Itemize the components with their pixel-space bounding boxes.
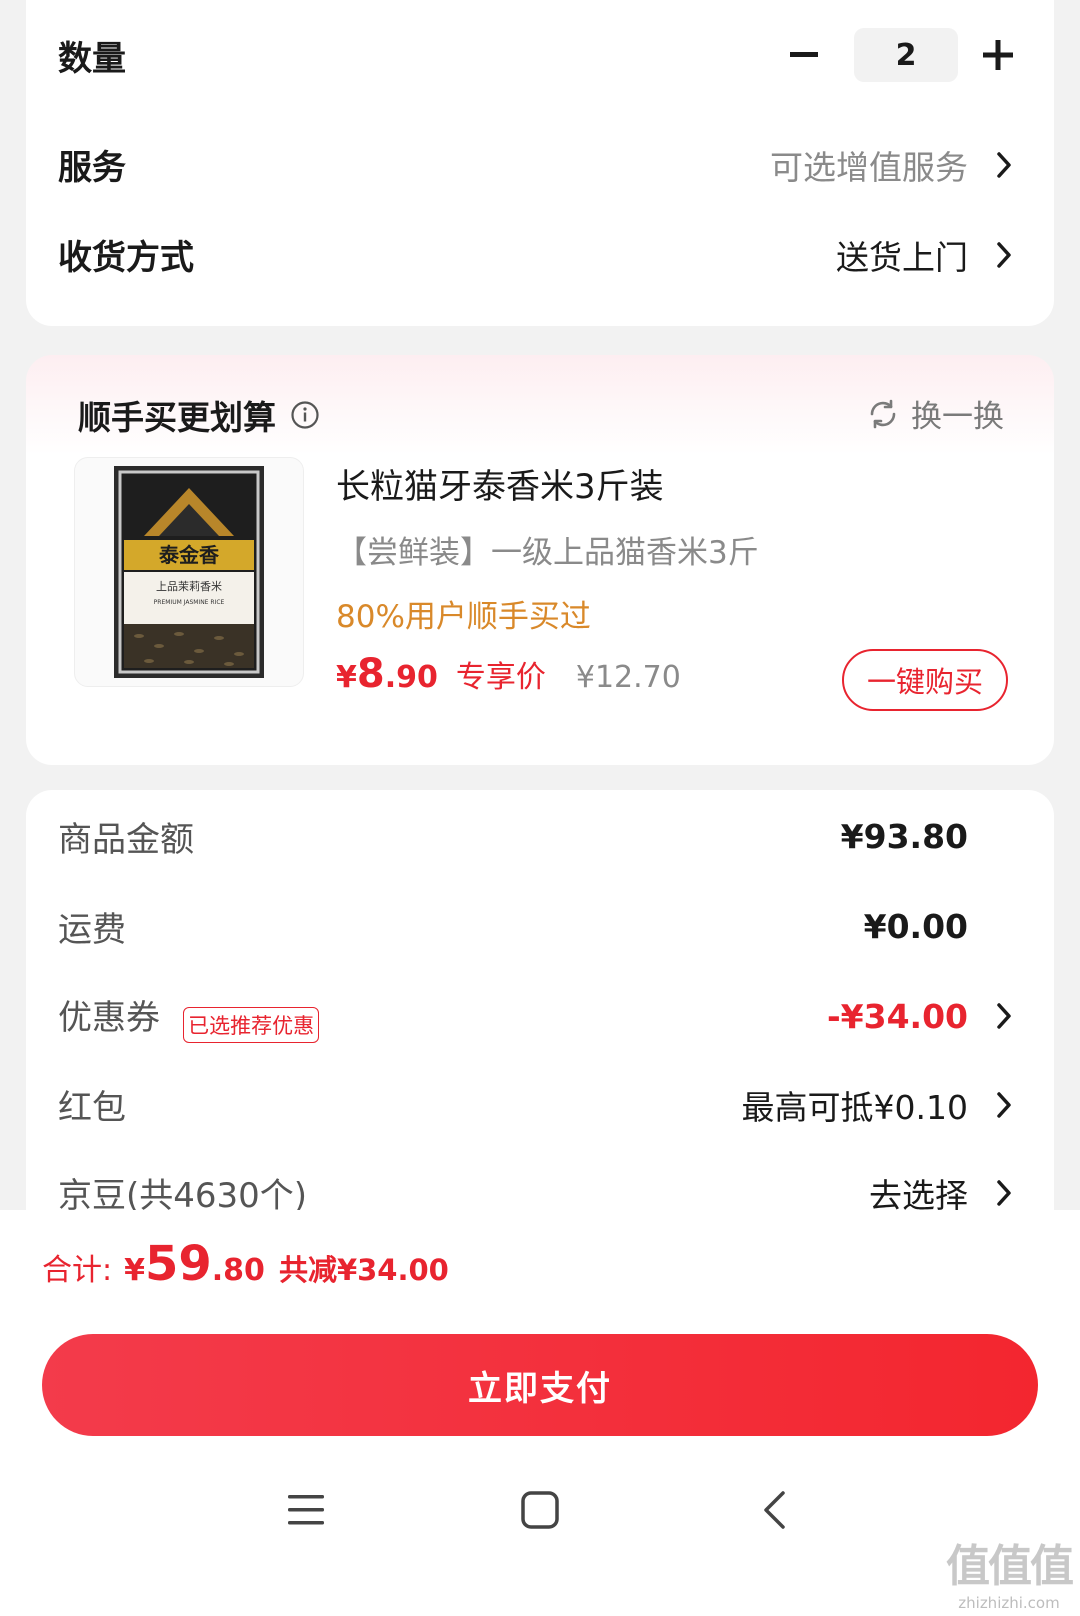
coupon-row[interactable]: 优惠券 已选推荐优惠 -¥34.00 xyxy=(58,990,1018,1043)
redpacket-label: 红包 xyxy=(58,1088,126,1128)
watermark-logo: 值值值 zhizhizhi.com xyxy=(946,1530,1074,1612)
package-line2: PREMIUM JASMINE RICE xyxy=(154,599,225,606)
one-click-buy-button[interactable]: 一键购买 xyxy=(842,649,1008,711)
goods-amount-label: 商品金额 xyxy=(58,820,194,860)
service-value: 可选增值服务 xyxy=(770,147,968,187)
price-integer: 8 xyxy=(356,651,385,697)
product-image[interactable]: 泰金香 上品茉莉香米 PREMIUM JASMINE RICE xyxy=(74,457,304,687)
chevron-right-icon xyxy=(990,148,1018,182)
chevron-right-icon xyxy=(990,238,1018,272)
chevron-right-icon xyxy=(990,1088,1018,1122)
redpacket-value: 最高可抵¥0.10 xyxy=(741,1087,968,1127)
order-options-card: 数量 2 服务 可选增值服务 收货方式 送货上门 xyxy=(26,0,1054,326)
pay-now-button[interactable]: 立即支付 xyxy=(42,1334,1038,1436)
product-hint: 80%用户顺手买过 xyxy=(336,599,591,635)
shipping-row: 运费 ¥0.00 xyxy=(58,902,1018,951)
delivery-label: 收货方式 xyxy=(58,238,194,278)
total-saving: 共减¥34.00 xyxy=(278,1253,449,1287)
package-line1: 上品茉莉香米 xyxy=(156,579,222,593)
coupon-badge: 已选推荐优惠 xyxy=(183,1006,320,1043)
rice-package-image: 泰金香 上品茉莉香米 PREMIUM JASMINE RICE xyxy=(114,466,264,678)
redpacket-row[interactable]: 红包 最高可抵¥0.10 xyxy=(58,1080,1018,1129)
total-price: 合计: ¥ 59 .80 共减¥34.00 xyxy=(42,1236,449,1292)
total-currency: ¥ xyxy=(124,1253,145,1288)
price-tag: 专享价 xyxy=(455,660,546,695)
home-icon[interactable] xyxy=(500,1470,580,1550)
swap-button[interactable]: 换一换 xyxy=(867,391,1004,436)
watermark-small: zhizhizhi.com xyxy=(958,1594,1060,1612)
delivery-value: 送货上门 xyxy=(836,237,968,277)
shipping-label: 运费 xyxy=(58,910,126,950)
goods-amount-row: 商品金额 ¥93.80 xyxy=(58,812,1018,861)
product-subtitle: 【尝鲜装】一级上品猫香米3斤 xyxy=(336,535,759,571)
delivery-row[interactable]: 收货方式 送货上门 xyxy=(58,230,1018,279)
plus-icon[interactable] xyxy=(978,35,1018,75)
package-brand: 泰金香 xyxy=(158,543,220,567)
back-icon[interactable] xyxy=(734,1470,814,1550)
service-label: 服务 xyxy=(58,148,126,188)
service-row[interactable]: 服务 可选增值服务 xyxy=(58,140,1018,189)
total-label: 合计: xyxy=(42,1253,113,1288)
product-title[interactable]: 长粒猫牙泰香米3斤装 xyxy=(336,459,664,508)
quantity-value[interactable]: 2 xyxy=(854,28,958,82)
shipping-value: ¥0.00 xyxy=(863,907,968,946)
quantity-row: 数量 2 xyxy=(58,28,1018,82)
price-summary-card: 商品金额 ¥93.80 运费 ¥0.00 优惠券 已选推荐优惠 -¥34.00 … xyxy=(26,790,1054,1270)
chevron-right-icon xyxy=(990,1176,1018,1210)
price-currency: ¥ xyxy=(336,660,357,695)
price-decimal: .90 xyxy=(384,660,438,695)
quantity-label: 数量 xyxy=(58,38,126,79)
coupon-label: 优惠券 xyxy=(58,998,160,1038)
quantity-stepper: 2 xyxy=(784,28,1018,82)
watermark-big: 值值值 xyxy=(946,1541,1074,1592)
coupon-value: -¥34.00 xyxy=(826,996,968,1036)
refresh-icon xyxy=(870,399,896,428)
product-price: ¥ 8 .90 专享价 ¥12.70 xyxy=(336,651,681,697)
system-navigation-bar: 值值值 zhizhizhi.com xyxy=(0,1450,1080,1616)
total-integer: 59 xyxy=(144,1236,212,1292)
addon-recommend-card: 顺手买更划算 换一换 泰金香 上品茉莉香米 PREMIUM JASMINE RI… xyxy=(26,355,1054,765)
addon-title-text: 顺手买更划算 xyxy=(78,398,276,437)
addon-title: 顺手买更划算 xyxy=(78,391,320,439)
total-decimal: .80 xyxy=(211,1253,265,1288)
chevron-right-icon xyxy=(990,999,1018,1033)
info-icon[interactable] xyxy=(290,400,320,430)
minus-icon[interactable] xyxy=(784,35,824,75)
goods-amount-value: ¥93.80 xyxy=(840,817,968,856)
swap-label: 换一换 xyxy=(911,399,1004,435)
original-price: ¥12.70 xyxy=(575,660,681,695)
menu-icon[interactable] xyxy=(266,1470,346,1550)
